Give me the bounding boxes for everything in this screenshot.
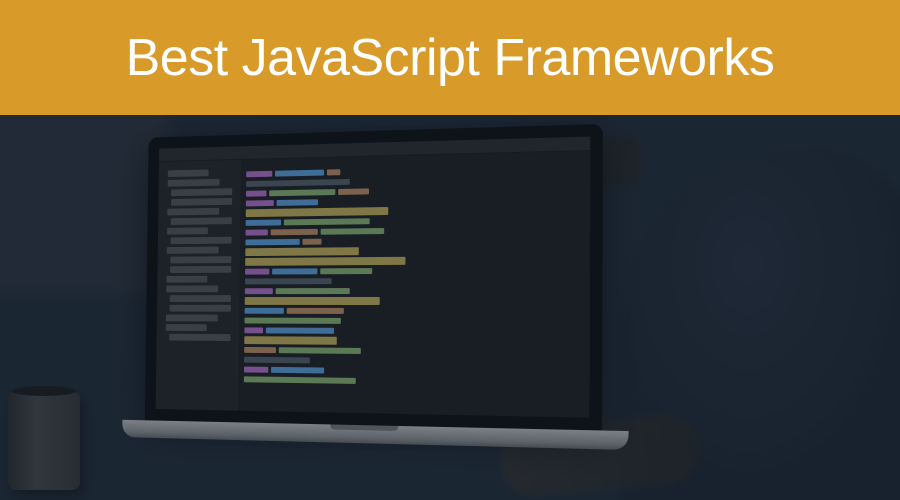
photo-dark-overlay: [0, 115, 900, 500]
banner-title: Best JavaScript Frameworks: [126, 28, 775, 88]
background-photo: [0, 115, 900, 500]
hero-banner: Best JavaScript Frameworks: [0, 0, 900, 500]
title-band: Best JavaScript Frameworks: [0, 0, 900, 115]
